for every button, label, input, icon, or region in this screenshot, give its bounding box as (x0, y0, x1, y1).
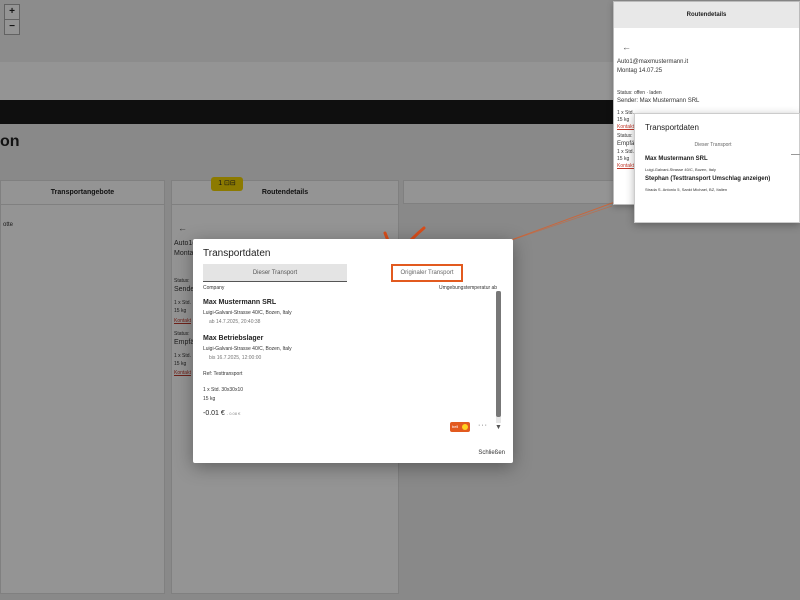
inset-header: Routendetails (614, 2, 799, 28)
receiver-entry: Max Betriebslager Luigi-Galvani-Strasse … (203, 335, 499, 361)
pallet-info: 1 x Std. 30x30x10 (203, 387, 244, 393)
modal-title: Transportdaten (203, 248, 271, 259)
weight-info: 15 kg (203, 396, 216, 402)
status-dot-icon (462, 424, 468, 430)
scrollbar[interactable] (496, 291, 501, 423)
tab-this-transport[interactable]: Dieser Transport (203, 264, 347, 282)
scroll-down-icon[interactable]: ▼ (495, 424, 502, 431)
close-button[interactable]: Schließen (478, 450, 505, 456)
inset-transport-modal: Transportdaten Dieser Transport Max Must… (634, 113, 800, 223)
column-company: Company (203, 285, 225, 291)
inset-modal-title: Transportdaten (645, 123, 699, 132)
transport-data-modal: Transportdaten Dieser Transport Original… (193, 239, 513, 463)
price-secondary: - 0.08 € (226, 411, 241, 416)
price-value: -0.01 € (203, 410, 225, 417)
reference: Ref: Testtransport (203, 371, 243, 377)
more-options-icon[interactable]: ··· (478, 422, 488, 429)
inset-tab-this-transport[interactable]: Dieser Transport (659, 142, 767, 148)
receiver-time: bis 16.7.2025, 12:00:00 (209, 355, 262, 361)
sender-entry: Max Mustermann SRL Luigi-Galvani-Strasse… (203, 299, 499, 325)
inset-modal-receiver-name: Stephan (Testtransport Umschlag anzeigen… (645, 176, 771, 182)
receiver-address: Luigi-Galvani-Strasse 40/C, Bozen, Italy (203, 346, 292, 352)
sender-address: Luigi-Galvani-Strasse 40/C, Bozen, Italy (203, 310, 292, 316)
inset-modal-sender-name: Max Mustermann SRL (645, 156, 708, 162)
inset-modal-sender-address: Luigi-Galvani-Strasse 40/C, Bozen, Italy (645, 167, 716, 172)
original-transport-button[interactable]: Originaler Transport (391, 264, 463, 282)
scroll-thumb[interactable] (496, 291, 501, 417)
receiver-name: Max Betriebslager (203, 335, 264, 342)
column-temperature: Umgebungstemperatur ab (439, 285, 498, 291)
inset-date: Montag 14.07.25 (617, 68, 663, 74)
bell-icon: bell (452, 424, 459, 429)
inset-email: Auto1@maxmustermann.it (617, 59, 689, 65)
transport-details-list[interactable]: Max Mustermann SRL Luigi-Galvani-Strasse… (203, 295, 499, 441)
inset-sender: Sender: Max Mustermann SRL (617, 98, 700, 104)
status-chip[interactable]: bell (450, 422, 470, 432)
inset-modal-receiver-address: Strada S. Antonio 5, Sankt Michael, BZ, … (645, 187, 728, 192)
sender-time: ab 14.7.2025, 20:40:38 (209, 319, 261, 325)
price: -0.01 € - 0.08 € (203, 410, 499, 417)
arrow-left-icon[interactable]: ← (622, 42, 631, 52)
inset-status: Status: offen · laden (617, 90, 662, 96)
sender-name: Max Mustermann SRL (203, 299, 277, 306)
inset-tab-divider (791, 154, 800, 155)
